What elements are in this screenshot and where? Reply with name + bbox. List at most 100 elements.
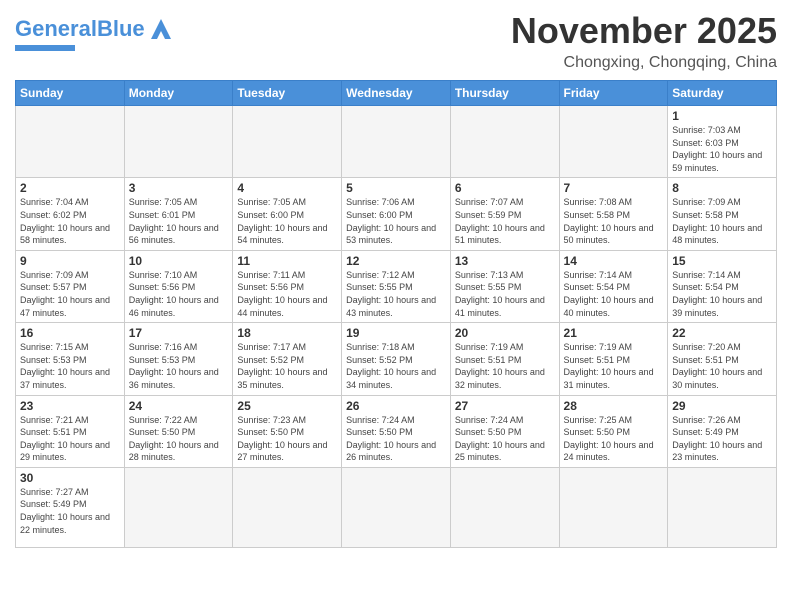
table-row: 25Sunrise: 7:23 AM Sunset: 5:50 PM Dayli… (233, 395, 342, 467)
calendar-page: GeneralBlue November 2025 Chongxing, Cho… (0, 0, 792, 612)
day-number: 15 (672, 254, 772, 268)
day-number: 19 (346, 326, 446, 340)
table-row: 5Sunrise: 7:06 AM Sunset: 6:00 PM Daylig… (342, 178, 451, 250)
calendar-table: Sunday Monday Tuesday Wednesday Thursday… (15, 80, 777, 548)
table-row: 18Sunrise: 7:17 AM Sunset: 5:52 PM Dayli… (233, 323, 342, 395)
day-info: Sunrise: 7:27 AM Sunset: 5:49 PM Dayligh… (20, 486, 120, 536)
table-row: 13Sunrise: 7:13 AM Sunset: 5:55 PM Dayli… (450, 250, 559, 322)
day-number: 11 (237, 254, 337, 268)
table-row: 3Sunrise: 7:05 AM Sunset: 6:01 PM Daylig… (124, 178, 233, 250)
day-info: Sunrise: 7:24 AM Sunset: 5:50 PM Dayligh… (346, 414, 446, 464)
day-info: Sunrise: 7:18 AM Sunset: 5:52 PM Dayligh… (346, 341, 446, 391)
day-info: Sunrise: 7:23 AM Sunset: 5:50 PM Dayligh… (237, 414, 337, 464)
day-info: Sunrise: 7:11 AM Sunset: 5:56 PM Dayligh… (237, 269, 337, 319)
day-info: Sunrise: 7:22 AM Sunset: 5:50 PM Dayligh… (129, 414, 229, 464)
table-row: 17Sunrise: 7:16 AM Sunset: 5:53 PM Dayli… (124, 323, 233, 395)
table-row: 19Sunrise: 7:18 AM Sunset: 5:52 PM Dayli… (342, 323, 451, 395)
day-number: 28 (564, 399, 664, 413)
day-number: 17 (129, 326, 229, 340)
day-info: Sunrise: 7:16 AM Sunset: 5:53 PM Dayligh… (129, 341, 229, 391)
table-row: 14Sunrise: 7:14 AM Sunset: 5:54 PM Dayli… (559, 250, 668, 322)
day-number: 22 (672, 326, 772, 340)
table-row: 26Sunrise: 7:24 AM Sunset: 5:50 PM Dayli… (342, 395, 451, 467)
col-tuesday: Tuesday (233, 81, 342, 106)
day-info: Sunrise: 7:12 AM Sunset: 5:55 PM Dayligh… (346, 269, 446, 319)
day-number: 4 (237, 181, 337, 195)
day-number: 9 (20, 254, 120, 268)
col-sunday: Sunday (16, 81, 125, 106)
day-number: 30 (20, 471, 120, 485)
table-row: 27Sunrise: 7:24 AM Sunset: 5:50 PM Dayli… (450, 395, 559, 467)
table-row: 29Sunrise: 7:26 AM Sunset: 5:49 PM Dayli… (668, 395, 777, 467)
logo-text: GeneralBlue (15, 18, 145, 40)
table-row: 4Sunrise: 7:05 AM Sunset: 6:00 PM Daylig… (233, 178, 342, 250)
day-number: 2 (20, 181, 120, 195)
day-number: 24 (129, 399, 229, 413)
table-row: 6Sunrise: 7:07 AM Sunset: 5:59 PM Daylig… (450, 178, 559, 250)
day-info: Sunrise: 7:06 AM Sunset: 6:00 PM Dayligh… (346, 196, 446, 246)
day-number: 5 (346, 181, 446, 195)
day-info: Sunrise: 7:04 AM Sunset: 6:02 PM Dayligh… (20, 196, 120, 246)
table-row: 24Sunrise: 7:22 AM Sunset: 5:50 PM Dayli… (124, 395, 233, 467)
col-thursday: Thursday (450, 81, 559, 106)
logo-blue: Blue (97, 16, 145, 41)
day-number: 7 (564, 181, 664, 195)
table-row: 10Sunrise: 7:10 AM Sunset: 5:56 PM Dayli… (124, 250, 233, 322)
day-info: Sunrise: 7:14 AM Sunset: 5:54 PM Dayligh… (564, 269, 664, 319)
day-number: 26 (346, 399, 446, 413)
col-monday: Monday (124, 81, 233, 106)
day-number: 21 (564, 326, 664, 340)
table-row: 16Sunrise: 7:15 AM Sunset: 5:53 PM Dayli… (16, 323, 125, 395)
logo-bar (15, 45, 75, 51)
col-saturday: Saturday (668, 81, 777, 106)
day-number: 18 (237, 326, 337, 340)
day-number: 8 (672, 181, 772, 195)
day-number: 1 (672, 109, 772, 123)
day-info: Sunrise: 7:24 AM Sunset: 5:50 PM Dayligh… (455, 414, 555, 464)
day-info: Sunrise: 7:13 AM Sunset: 5:55 PM Dayligh… (455, 269, 555, 319)
day-info: Sunrise: 7:10 AM Sunset: 5:56 PM Dayligh… (129, 269, 229, 319)
table-row: 21Sunrise: 7:19 AM Sunset: 5:51 PM Dayli… (559, 323, 668, 395)
table-row: 8Sunrise: 7:09 AM Sunset: 5:58 PM Daylig… (668, 178, 777, 250)
day-info: Sunrise: 7:09 AM Sunset: 5:58 PM Dayligh… (672, 196, 772, 246)
header: GeneralBlue November 2025 Chongxing, Cho… (15, 10, 777, 72)
table-row (559, 467, 668, 547)
table-row: 1Sunrise: 7:03 AM Sunset: 6:03 PM Daylig… (668, 106, 777, 178)
day-info: Sunrise: 7:07 AM Sunset: 5:59 PM Dayligh… (455, 196, 555, 246)
day-info: Sunrise: 7:19 AM Sunset: 5:51 PM Dayligh… (455, 341, 555, 391)
day-info: Sunrise: 7:08 AM Sunset: 5:58 PM Dayligh… (564, 196, 664, 246)
table-row (16, 106, 125, 178)
table-row: 12Sunrise: 7:12 AM Sunset: 5:55 PM Dayli… (342, 250, 451, 322)
day-number: 23 (20, 399, 120, 413)
col-wednesday: Wednesday (342, 81, 451, 106)
day-number: 25 (237, 399, 337, 413)
table-row (124, 467, 233, 547)
table-row: 20Sunrise: 7:19 AM Sunset: 5:51 PM Dayli… (450, 323, 559, 395)
table-row (668, 467, 777, 547)
table-row: 23Sunrise: 7:21 AM Sunset: 5:51 PM Dayli… (16, 395, 125, 467)
day-info: Sunrise: 7:05 AM Sunset: 6:01 PM Dayligh… (129, 196, 229, 246)
table-row (233, 467, 342, 547)
table-row: 22Sunrise: 7:20 AM Sunset: 5:51 PM Dayli… (668, 323, 777, 395)
table-row (450, 467, 559, 547)
location: Chongxing, Chongqing, China (511, 54, 777, 72)
day-number: 16 (20, 326, 120, 340)
day-info: Sunrise: 7:25 AM Sunset: 5:50 PM Dayligh… (564, 414, 664, 464)
day-number: 10 (129, 254, 229, 268)
day-info: Sunrise: 7:15 AM Sunset: 5:53 PM Dayligh… (20, 341, 120, 391)
day-number: 14 (564, 254, 664, 268)
day-number: 13 (455, 254, 555, 268)
day-number: 6 (455, 181, 555, 195)
day-info: Sunrise: 7:05 AM Sunset: 6:00 PM Dayligh… (237, 196, 337, 246)
logo-icon (147, 15, 175, 43)
day-info: Sunrise: 7:26 AM Sunset: 5:49 PM Dayligh… (672, 414, 772, 464)
day-info: Sunrise: 7:03 AM Sunset: 6:03 PM Dayligh… (672, 124, 772, 174)
table-row (450, 106, 559, 178)
month-title: November 2025 (511, 10, 777, 52)
day-info: Sunrise: 7:20 AM Sunset: 5:51 PM Dayligh… (672, 341, 772, 391)
day-info: Sunrise: 7:09 AM Sunset: 5:57 PM Dayligh… (20, 269, 120, 319)
table-row: 28Sunrise: 7:25 AM Sunset: 5:50 PM Dayli… (559, 395, 668, 467)
day-number: 27 (455, 399, 555, 413)
day-info: Sunrise: 7:14 AM Sunset: 5:54 PM Dayligh… (672, 269, 772, 319)
day-number: 3 (129, 181, 229, 195)
